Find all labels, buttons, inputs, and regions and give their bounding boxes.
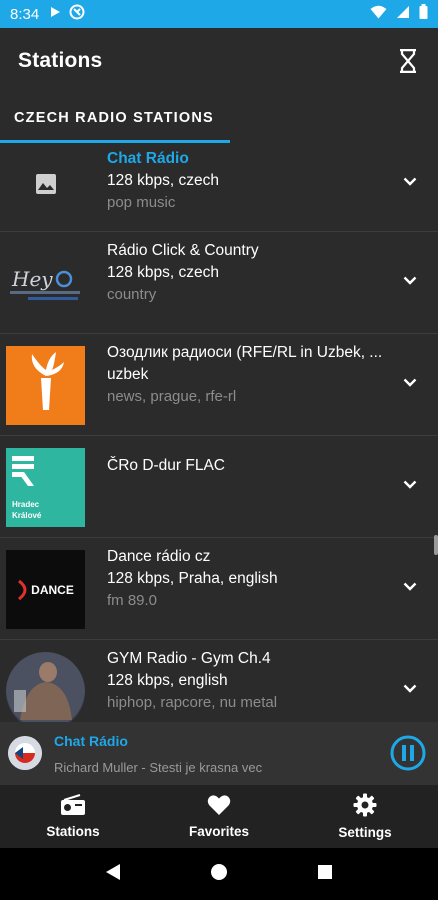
hey-radio-logo: Hey [6,244,85,323]
page-title: Stations [18,48,103,72]
station-info: 128 kbps, czech [107,172,220,189]
play-notification-icon [49,5,61,23]
list-scrollbar[interactable] [434,535,438,555]
station-logo [6,147,85,226]
station-name: ČRo D-dur FLAC [107,457,225,474]
radio-icon [60,794,86,821]
now-playing-logo [8,736,42,770]
status-time: 8:34 [10,5,40,23]
station-tags: pop music [107,194,176,211]
recents-icon[interactable] [317,864,333,885]
gear-icon [353,793,377,822]
station-name: Chat Rádio [107,150,189,167]
heart-icon [207,794,231,821]
nav-favorites-label: Favorites [188,824,250,839]
dance-radio-logo: DANCE [17,579,74,601]
status-bar: 8:34 [0,0,438,28]
station-name: Озодлик радиоси (RFE/RL in Uzbek, ... [107,344,383,361]
tab-label: CZECH RADIO STATIONS [14,110,214,126]
system-navigation-bar [0,848,438,900]
battery-icon [419,4,428,24]
station-row[interactable]: Hradec Králové ČRo D-dur FLAC [0,436,438,538]
app-bar: Stations [0,28,438,93]
station-row[interactable]: Hey Rádio Click & Country 128 kbps, czec… [0,232,438,334]
pause-button[interactable] [390,735,426,771]
station-info: 128 kbps, Praha, english [107,570,278,587]
nav-settings-label: Settings [338,825,392,840]
station-logo: Hey [6,244,85,323]
expand-chevron-icon[interactable] [400,576,420,596]
mini-player[interactable]: Chat Rádio Richard Muller - Stesti je kr… [0,722,438,785]
sleep-timer-icon[interactable] [396,47,420,75]
station-logo [6,652,85,722]
svg-text:Hey: Hey [11,267,53,291]
expand-chevron-icon[interactable] [400,678,420,698]
station-name: Dance rádio cz [107,548,211,565]
home-icon[interactable] [210,863,228,886]
station-list[interactable]: Chat Rádio 128 kbps, czech pop music Hey… [0,143,438,722]
station-row[interactable]: GYM Radio - Gym Ch.4 128 kbps, english h… [0,640,438,722]
station-row[interactable]: Chat Rádio 128 kbps, czech pop music [0,143,438,232]
rfe-rl-torch-logo [16,348,76,423]
tab-czech-radio-stations[interactable]: CZECH RADIO STATIONS [0,93,230,143]
back-icon[interactable] [105,863,121,886]
station-info: 128 kbps, czech [107,264,220,281]
station-tags: news, prague, rfe-rl [107,388,237,405]
now-playing-station: Chat Rádio [54,733,128,749]
nav-stations[interactable]: Stations [0,785,146,848]
gym-photo [6,652,85,722]
station-tags: hiphop, rapcore, nu metal [107,694,278,711]
station-row[interactable]: DANCE Dance rádio cz 128 kbps, Praha, en… [0,538,438,640]
sync-notification-icon [69,4,85,25]
expand-chevron-icon[interactable] [400,474,420,494]
nav-settings[interactable]: Settings [292,785,438,848]
wifi-icon [370,5,387,24]
signal-icon [396,5,410,24]
station-name: Rádio Click & Country [107,242,259,259]
station-info: uzbek [107,366,149,383]
station-tags: fm 89.0 [107,592,158,609]
expand-chevron-icon[interactable] [400,270,420,290]
expand-chevron-icon[interactable] [400,372,420,392]
station-row[interactable]: Озодлик радиоси (RFE/RL in Uzbek, ... uz… [0,334,438,436]
station-logo: DANCE [6,550,85,629]
station-info: 128 kbps, english [107,672,228,689]
nav-stations-label: Stations [46,824,100,839]
image-placeholder-icon [35,173,57,200]
station-name: GYM Radio - Gym Ch.4 [107,650,271,667]
station-logo: Hradec Králové [6,448,85,527]
expand-chevron-icon[interactable] [400,171,420,191]
nav-favorites[interactable]: Favorites [146,785,292,848]
now-playing-track: Richard Muller - Stesti je krasna vec [54,760,263,775]
cro-logo-caption: Hradec Králové [12,500,42,520]
tab-bar: CZECH RADIO STATIONS [0,93,438,143]
bottom-navigation: Stations Favorites Settings [0,785,438,848]
station-tags: country [107,286,157,303]
dance-radio-logo-text: DANCE [31,582,74,597]
station-logo [6,346,85,425]
cro-logo-icon [12,456,34,491]
